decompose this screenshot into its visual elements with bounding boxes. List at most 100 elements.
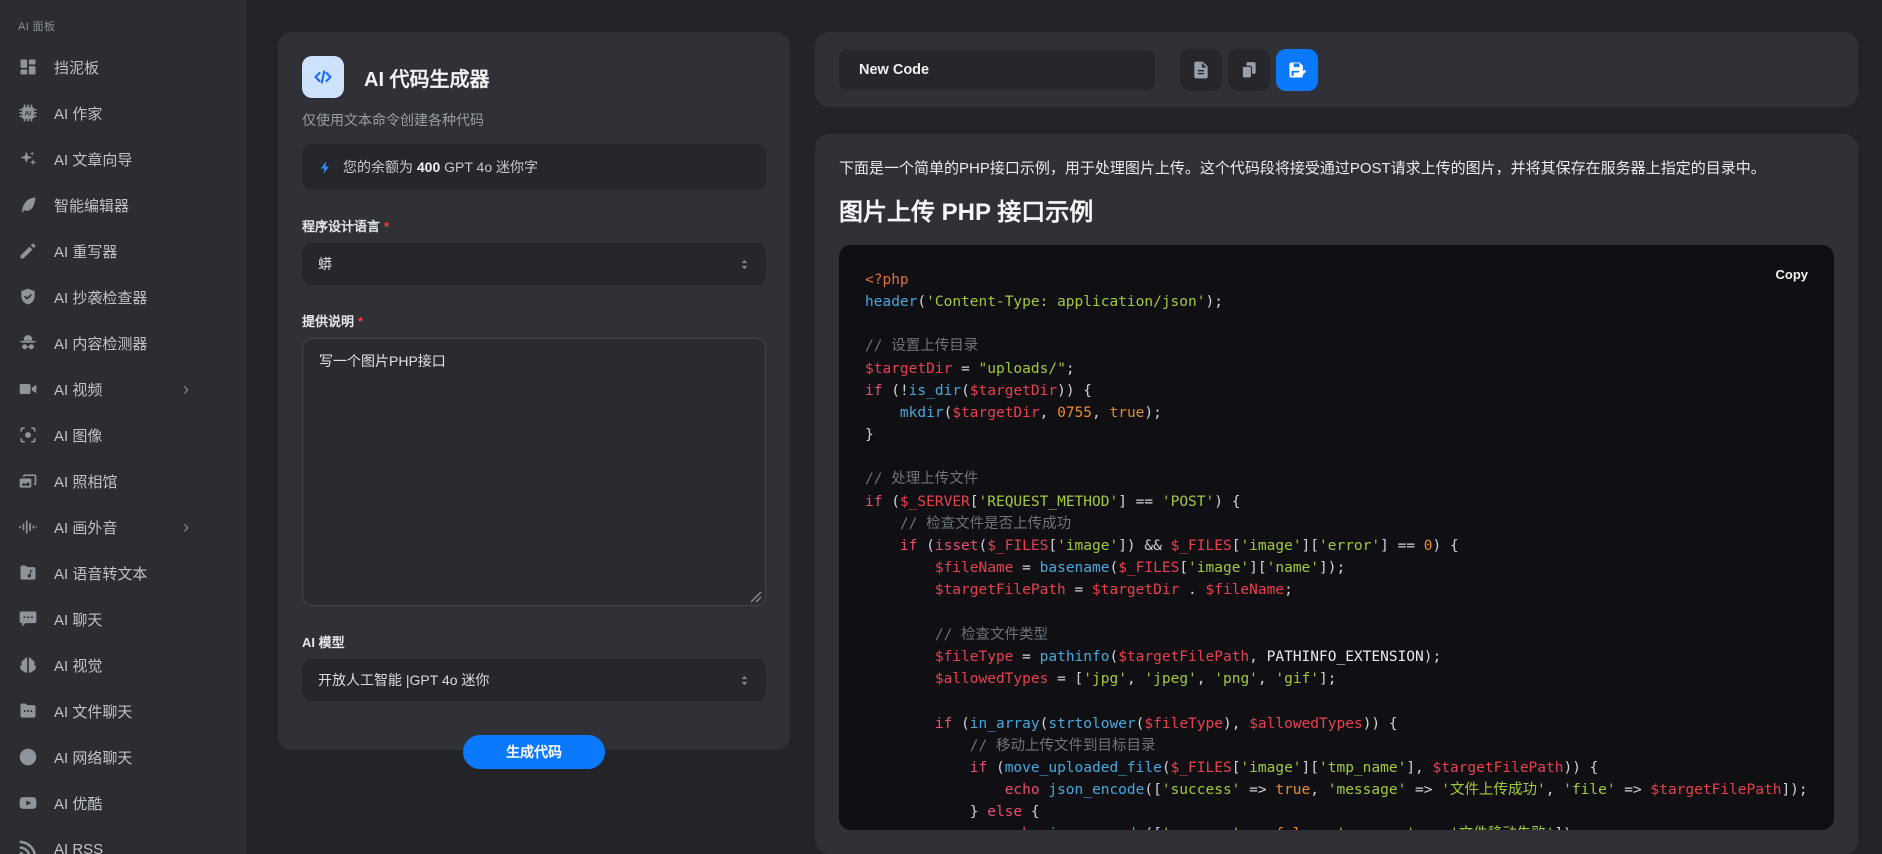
result-column: 下面是一个简单的PHP接口示例，用于处理图片上传。这个代码段将接受通过POST请… [815, 32, 1858, 854]
code-line: if (move_uploaded_file($_FILES['image'][… [865, 757, 1808, 779]
language-select[interactable]: 蟒 [302, 243, 766, 285]
instructions-label: 提供说明* [302, 311, 766, 330]
code-line: // 检查文件是否上传成功 [865, 513, 1808, 535]
chevron-right-icon: › [183, 380, 189, 398]
code-line: if (in_array(strtolower($fileType), $all… [865, 713, 1808, 735]
document-toolbar [815, 32, 1858, 107]
generate-code-button[interactable]: 生成代码 [463, 735, 605, 769]
code-line: if (!is_dir($targetDir)) { [865, 380, 1808, 402]
chevron-right-icon: › [183, 518, 189, 536]
sidebar-item-ai-chat[interactable]: AI 聊天 [0, 596, 245, 642]
model-select-value: 开放人工智能 |GPT 4o 迷你 [318, 670, 489, 690]
pencil-icon [18, 241, 38, 261]
sidebar-item-ai-video[interactable]: AI 视频 › [0, 366, 245, 412]
document-title-input[interactable] [839, 50, 1155, 90]
sidebar-item-label: AI 语音转文本 [54, 563, 147, 584]
code-block: Copy <?phpheader('Content-Type: applicat… [839, 245, 1834, 830]
sidebar-item-ai-rewriter[interactable]: AI 重写器 [0, 228, 245, 274]
document-icon [1191, 60, 1211, 80]
sidebar-item-ai-web-chat[interactable]: AI 网络聊天 [0, 734, 245, 780]
folder-audio-icon [18, 563, 38, 583]
sidebar-item-label: AI 文件聊天 [54, 701, 132, 722]
balance-value: 400 [417, 159, 440, 175]
sidebar-item-ai-article-wizard[interactable]: AI 文章向导 [0, 136, 245, 182]
page-subtitle: 仅使用文本命令创建各种代码 [302, 110, 766, 130]
code-line: // 处理上传文件 [865, 468, 1808, 490]
photo-gallery-icon [18, 471, 38, 491]
sidebar-item-ai-youtube[interactable]: AI 优酷 [0, 780, 245, 826]
balance-text: 您的余额为 400 GPT 4o 迷你字 [343, 157, 538, 177]
resize-handle-icon[interactable] [750, 590, 762, 602]
sidebar-item-ai-image[interactable]: AI 图像 [0, 412, 245, 458]
code-line: echo json_encode(['success' => false, 'm… [865, 823, 1808, 830]
ai-chip-icon: AI [18, 103, 38, 123]
sidebar-item-label: 智能编辑器 [54, 195, 129, 216]
sidebar-item-ai-voiceover[interactable]: AI 画外音› [0, 504, 245, 550]
code-line: if ($_SERVER['REQUEST_METHOD'] == 'POST'… [865, 491, 1808, 513]
bolt-icon [318, 160, 333, 175]
main-content: AI 代码生成器 仅使用文本命令创建各种代码 您的余额为 400 GPT 4o … [246, 0, 1882, 854]
svg-text:AI: AI [25, 111, 32, 118]
sidebar-item-ai-content-detector[interactable]: AI 内容检测器 [0, 320, 245, 366]
language-select-value: 蟒 [318, 254, 332, 274]
sidebar-item-label: AI 作家 [54, 103, 102, 124]
code-line: mkdir($targetDir, 0755, true); [865, 402, 1808, 424]
duplicate-document-button[interactable] [1228, 49, 1270, 91]
sidebar-item-ai-speech-to-text[interactable]: AI 语音转文本 [0, 550, 245, 596]
sidebar-item-label: 挡泥板 [54, 57, 99, 78]
balance-alert: 您的余额为 400 GPT 4o 迷你字 [302, 144, 766, 190]
result-intro: 下面是一个简单的PHP接口示例，用于处理图片上传。这个代码段将接受通过POST请… [839, 158, 1834, 180]
rss-icon [18, 839, 38, 854]
image-scan-icon [18, 425, 38, 445]
code-generator-icon [302, 56, 344, 98]
sidebar-item-ai-vision[interactable]: AI 视觉 [0, 642, 245, 688]
sidebar-item-dashboard[interactable]: 挡泥板 [0, 44, 245, 90]
required-asterisk: * [384, 219, 389, 234]
play-video-icon [18, 793, 38, 813]
instructions-textarea[interactable]: 写一个图片PHP接口 [302, 338, 766, 606]
sidebar-item-ai-rss[interactable]: AI RSS [0, 826, 245, 854]
sidebar-item-label: AI 聊天 [54, 609, 102, 630]
code-line: echo json_encode(['success' => true, 'me… [865, 779, 1808, 801]
sidebar-item-smart-editor[interactable]: 智能编辑器 [0, 182, 245, 228]
model-select[interactable]: 开放人工智能 |GPT 4o 迷你 [302, 659, 766, 701]
sidebar-item-label: AI 优酷 [54, 793, 102, 814]
code-line: $allowedTypes = ['jpg', 'jpeg', 'png', '… [865, 668, 1808, 690]
code-line: if (isset($_FILES['image']) && $_FILES['… [865, 535, 1808, 557]
up-down-chevron-icon [737, 257, 752, 272]
sidebar-item-ai-photo-studio[interactable]: AI 照相馆 [0, 458, 245, 504]
page-title: AI 代码生成器 [364, 63, 490, 92]
sidebar-item-ai-plagiarism-checker[interactable]: AI 抄袭检查器 [0, 274, 245, 320]
code-line [865, 313, 1808, 335]
folder-chat-icon [18, 701, 38, 721]
sidebar-item-label: AI 重写器 [54, 241, 117, 262]
sidebar-item-label: AI 视频 [54, 379, 102, 400]
code-line: <?php [865, 269, 1808, 291]
sidebar-section-label: AI 面板 [0, 18, 245, 44]
sidebar-item-label: AI RSS [54, 841, 103, 854]
save-edit-icon [1287, 60, 1307, 80]
model-label: AI 模型 [302, 632, 766, 651]
brain-icon [18, 655, 38, 675]
video-camera-icon [18, 379, 38, 399]
language-label: 程序设计语言* [302, 216, 766, 235]
submit-row: 生成代码 [302, 735, 766, 769]
code-generator-panel: AI 代码生成器 仅使用文本命令创建各种代码 您的余额为 400 GPT 4o … [278, 32, 790, 750]
code-line: // 设置上传目录 [865, 335, 1808, 357]
sidebar-item-ai-file-chat[interactable]: AI 文件聊天 [0, 688, 245, 734]
shield-check-icon [18, 287, 38, 307]
new-document-button[interactable] [1180, 49, 1222, 91]
dashboard-icon [18, 57, 38, 77]
result-heading: 图片上传 PHP 接口示例 [839, 192, 1834, 227]
code-line: header('Content-Type: application/json')… [865, 291, 1808, 313]
code-line: // 检查文件类型 [865, 624, 1808, 646]
code-content: <?phpheader('Content-Type: application/j… [865, 269, 1808, 830]
sidebar-item-ai-writer[interactable]: AI AI 作家 [0, 90, 245, 136]
copy-code-button[interactable]: Copy [1776, 267, 1809, 282]
sidebar-item-label: AI 文章向导 [54, 149, 132, 170]
code-line: // 移动上传文件到目标目录 [865, 735, 1808, 757]
code-line: $fileName = basename($_FILES['image']['n… [865, 557, 1808, 579]
sidebar-item-label: AI 图像 [54, 425, 102, 446]
save-document-button[interactable] [1276, 49, 1318, 91]
copy-icon [1239, 60, 1259, 80]
